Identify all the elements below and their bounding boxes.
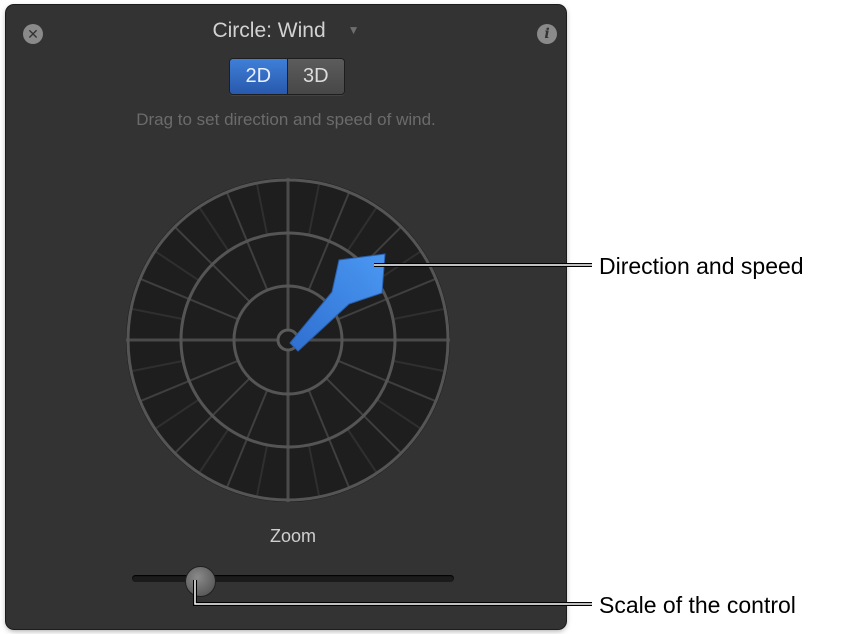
direction-callout-label: Direction and speed bbox=[599, 253, 804, 279]
scale-callout-line bbox=[193, 580, 592, 606]
callout-lines bbox=[193, 263, 592, 606]
scale-callout-label: Scale of the control bbox=[599, 592, 796, 618]
